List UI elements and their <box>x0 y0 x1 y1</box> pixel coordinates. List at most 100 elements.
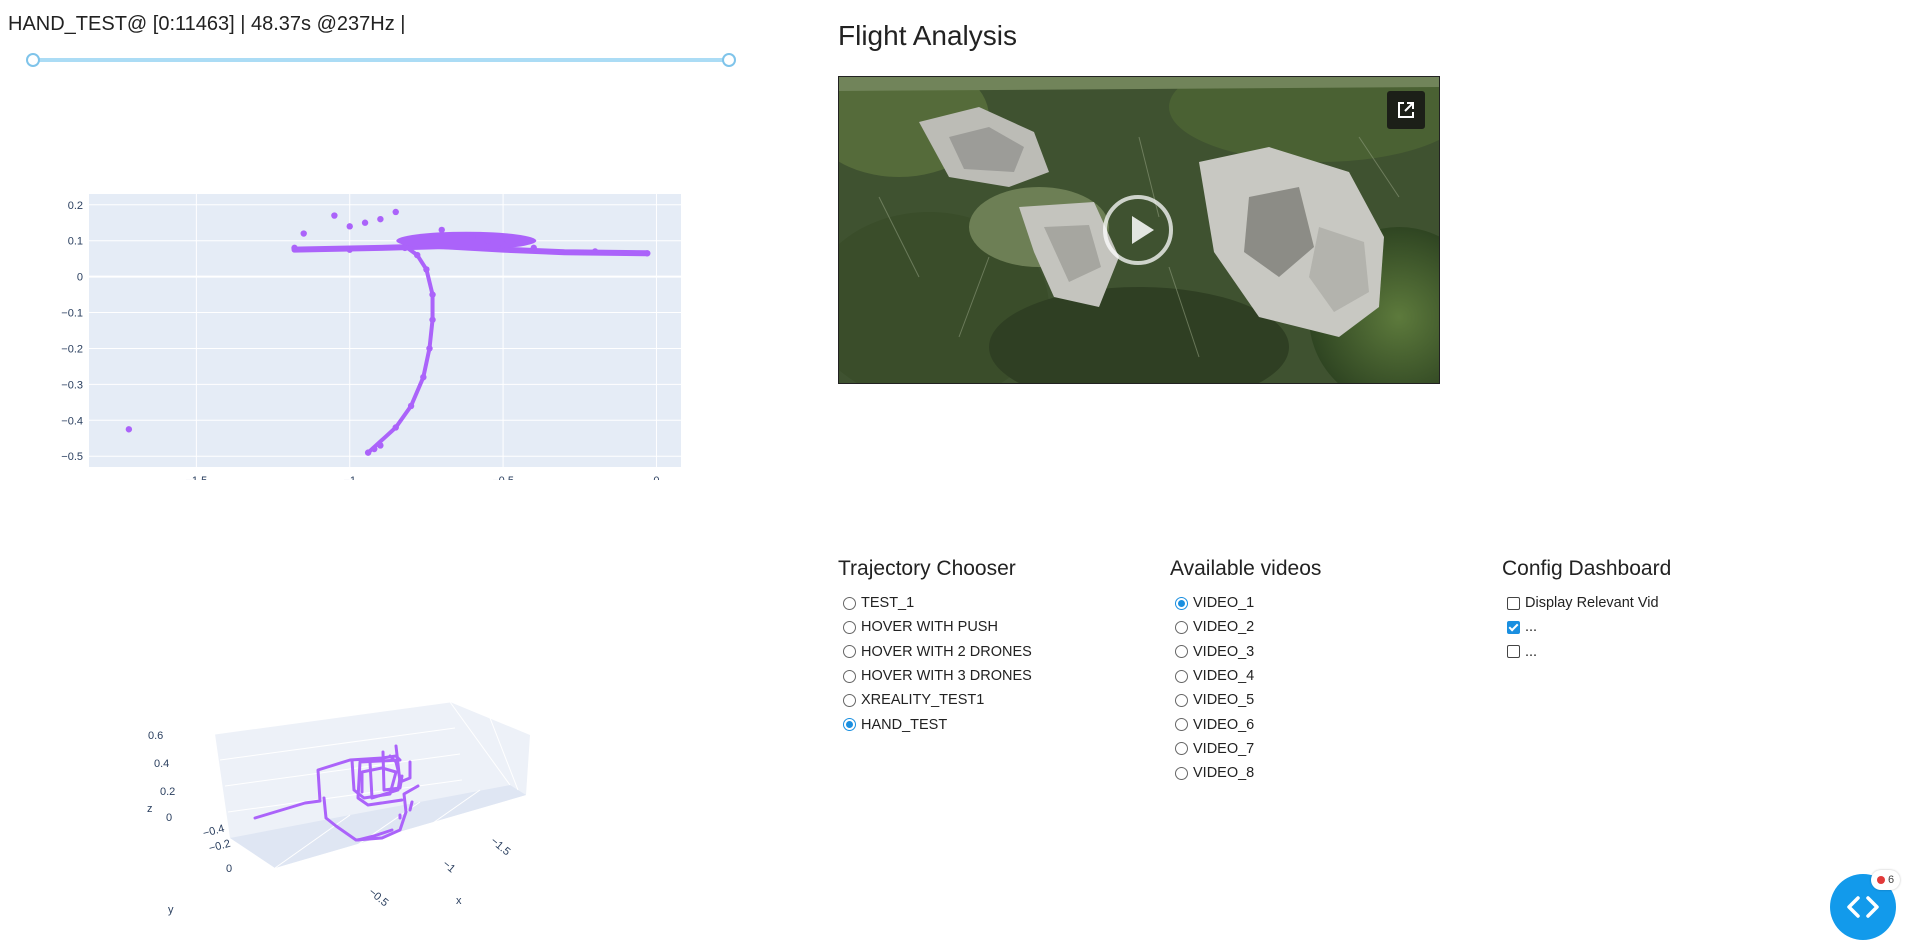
trajectory-3d-plot[interactable]: 0.6 0.4 0.2 0 0 −0.2 −0.4 −0.5 −1 −1.5 z… <box>100 690 560 940</box>
slider-start-handle[interactable] <box>26 53 40 67</box>
trajectory-option[interactable]: HOVER WITH PUSH <box>843 615 1032 639</box>
trajectory-option[interactable]: HAND_TEST <box>843 712 1032 736</box>
radio-button[interactable] <box>843 669 856 683</box>
radio-button[interactable] <box>843 693 856 707</box>
video-option[interactable]: VIDEO_6 <box>1175 712 1254 736</box>
video-option[interactable]: VIDEO_7 <box>1175 737 1254 761</box>
y-axis-ticks: 0.2 0.1 0 −0.1 −0.2 −0.3 −0.4 −0.5 <box>61 200 83 463</box>
config-option-label: ... <box>1525 619 1538 636</box>
x-tick-label: −0.5 <box>492 475 514 480</box>
popout-icon[interactable] <box>1387 91 1425 129</box>
y-tick: 0 <box>226 863 232 875</box>
y-tick-label: −0.4 <box>61 415 83 427</box>
trajectory-option-label: TEST_1 <box>861 595 915 612</box>
radio-button[interactable] <box>843 620 856 634</box>
data-point <box>331 212 338 219</box>
video-option[interactable]: VIDEO_1 <box>1175 591 1254 615</box>
trajectory-option[interactable]: XREALITY_TEST1 <box>843 688 1032 712</box>
radio-button[interactable] <box>843 718 856 732</box>
data-point <box>499 241 507 248</box>
y-tick-label: −0.1 <box>61 308 83 320</box>
data-point <box>392 208 399 216</box>
plot-area <box>89 194 681 467</box>
data-point <box>392 424 399 431</box>
trajectory-option[interactable]: TEST_1 <box>843 591 1032 615</box>
plot-3d-svg: 0.6 0.4 0.2 0 0 −0.2 −0.4 −0.5 −1 −1.5 z… <box>147 701 530 916</box>
x-tick-label: −1.5 <box>185 475 207 480</box>
radio-button[interactable] <box>1175 766 1188 780</box>
radio-button[interactable] <box>843 596 856 610</box>
code-brackets-icon <box>1847 896 1879 918</box>
video-option-label: VIDEO_4 <box>1193 668 1255 685</box>
config-option[interactable]: ... <box>1507 640 1659 664</box>
video-option-label: VIDEO_1 <box>1193 595 1255 612</box>
slider-end-handle[interactable] <box>722 53 736 67</box>
data-point <box>377 215 384 223</box>
trajectory-radio-group[interactable]: TEST_1 HOVER WITH PUSH HOVER WITH 2 DRONES… <box>843 591 1032 737</box>
data-point <box>346 223 353 230</box>
video-option-label: VIDEO_2 <box>1193 619 1255 636</box>
radio-button[interactable] <box>843 645 856 659</box>
trajectory-option-label: HAND_TEST <box>861 716 948 733</box>
x-tick-label: 0 <box>653 475 659 480</box>
slider-rail[interactable] <box>32 58 730 62</box>
video-option[interactable]: VIDEO_5 <box>1175 688 1254 712</box>
y-tick-label: −0.2 <box>61 343 83 355</box>
data-point <box>377 442 384 449</box>
config-checklist[interactable]: Display Relevant Vid...... <box>1507 591 1659 664</box>
radio-button[interactable] <box>1175 596 1188 610</box>
z-axis-label: z <box>147 803 153 815</box>
radio-button[interactable] <box>1175 693 1188 707</box>
trajectory-option[interactable]: HOVER WITH 2 DRONES <box>843 640 1032 664</box>
config-option-label: ... <box>1525 643 1538 660</box>
video-option-label: VIDEO_5 <box>1193 692 1255 709</box>
video-option[interactable]: VIDEO_8 <box>1175 761 1254 785</box>
checkbox[interactable] <box>1507 620 1520 634</box>
x-tick: −1.5 <box>488 835 512 858</box>
y-tick-label: 0.1 <box>68 236 83 248</box>
y-tick-label: −0.5 <box>61 451 83 463</box>
x-axis-ticks: −0.5 −1 −1.5 <box>366 835 512 909</box>
status-title: HAND_TEST@ [0:11463] | 48.37s @237Hz | <box>8 13 406 35</box>
data-point <box>644 250 651 257</box>
play-icon[interactable] <box>1103 195 1173 265</box>
data-point <box>438 226 445 234</box>
video-option[interactable]: VIDEO_2 <box>1175 615 1254 639</box>
data-point <box>426 345 433 352</box>
video-option[interactable]: VIDEO_4 <box>1175 664 1254 688</box>
config-option[interactable]: ... <box>1507 615 1659 639</box>
radio-button[interactable] <box>1175 742 1188 756</box>
trajectory-2d-plot[interactable]: −1.5 −1 −0.5 0 0.2 0.1 0 −0.1 −0.2 −0.3 −0.4 −0.5 <box>0 180 700 487</box>
range-slider[interactable] <box>26 53 736 67</box>
video-option-label: VIDEO_6 <box>1193 716 1255 733</box>
data-point <box>300 230 307 237</box>
z-tick: 0.4 <box>154 758 169 770</box>
video-option-label: VIDEO_3 <box>1193 643 1255 660</box>
x-tick: −1 <box>440 858 457 875</box>
video-option[interactable]: VIDEO_3 <box>1175 640 1254 664</box>
video-player[interactable] <box>838 76 1440 384</box>
radio-button[interactable] <box>1175 645 1188 659</box>
trajectory-option-label: HOVER WITH PUSH <box>861 619 998 636</box>
y-tick-label: 0 <box>77 272 83 284</box>
x-axis-ticks: −1.5 −1 −0.5 0 <box>185 475 659 487</box>
checkbox[interactable] <box>1507 645 1520 659</box>
external-link-icon <box>1398 102 1414 118</box>
data-point <box>125 426 133 433</box>
trajectory-option[interactable]: HOVER WITH 3 DRONES <box>843 664 1032 688</box>
data-point <box>361 219 369 226</box>
video-radio-group[interactable]: VIDEO_1 VIDEO_2 VIDEO_3 VIDEO_4 VIDEO_5 VIDEO… <box>1175 591 1254 785</box>
error-dot-icon <box>1877 876 1885 884</box>
y-axis-ticks: 0 −0.2 −0.4 <box>202 823 232 875</box>
radio-button[interactable] <box>1175 669 1188 683</box>
config-option[interactable]: Display Relevant Vid <box>1507 591 1659 615</box>
radio-button[interactable] <box>1175 620 1188 634</box>
x-axis-label: x <box>456 895 462 907</box>
data-point <box>429 291 436 298</box>
z-tick: 0.6 <box>148 730 163 742</box>
radio-button[interactable] <box>1175 718 1188 732</box>
y-tick-label: 0.2 <box>68 200 83 212</box>
plot-2d-svg: −1.5 −1 −0.5 0 0.2 0.1 0 −0.1 −0.2 −0.3 −0.4 −0.5 <box>61 194 681 487</box>
checkbox[interactable] <box>1507 596 1520 610</box>
error-count-badge[interactable]: 6 <box>1871 870 1901 890</box>
